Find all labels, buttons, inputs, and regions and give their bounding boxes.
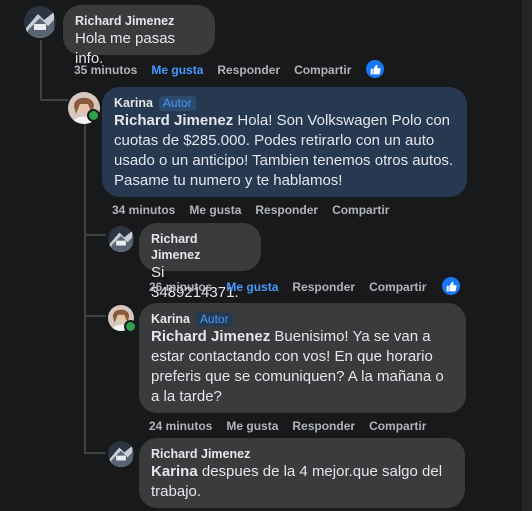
- comment-author[interactable]: Richard Jimenez: [151, 446, 453, 462]
- reply-button[interactable]: Responder: [292, 419, 355, 433]
- comment-bubble: Karina Autor Richard Jimenez Buenisimo! Y…: [139, 303, 466, 413]
- comment-actions: 26 minutos Me gusta Responder Compartir: [149, 280, 426, 294]
- like-button[interactable]: Me gusta: [189, 203, 241, 217]
- online-status-icon: [87, 109, 100, 122]
- comment-time[interactable]: 26 minutos: [149, 280, 212, 294]
- comment-text: Richard Jimenez Buenisimo! Ya se van a e…: [151, 327, 454, 407]
- comment-actions: 34 minutos Me gusta Responder Compartir: [112, 203, 389, 217]
- reply-button[interactable]: Responder: [255, 203, 318, 217]
- share-button[interactable]: Compartir: [369, 419, 426, 433]
- scrollbar[interactable]: [522, 0, 532, 511]
- thread-line: [84, 452, 106, 454]
- comment-time[interactable]: 24 minutos: [149, 419, 212, 433]
- comment-time[interactable]: 34 minutos: [112, 203, 175, 217]
- thread-line: [40, 99, 68, 101]
- mention-link[interactable]: Richard Jimenez: [151, 328, 270, 345]
- share-button[interactable]: Compartir: [369, 280, 426, 294]
- share-button[interactable]: Compartir: [294, 63, 351, 77]
- share-button[interactable]: Compartir: [332, 203, 389, 217]
- comment-author[interactable]: Richard Jimenez: [151, 231, 249, 263]
- comment-author[interactable]: Richard Jimenez: [75, 13, 203, 29]
- mention-link[interactable]: Karina: [151, 463, 198, 480]
- comment-time[interactable]: 35 minutos: [74, 63, 137, 77]
- avatar[interactable]: [108, 441, 134, 467]
- comment-author[interactable]: Karina: [151, 312, 190, 326]
- comment-actions: 24 minutos Me gusta Responder Compartir: [149, 419, 426, 433]
- like-icon[interactable]: [364, 58, 386, 80]
- author-badge: Autor: [158, 96, 196, 111]
- comment-actions: 35 minutos Me gusta Responder Compartir: [74, 63, 351, 77]
- mention-link[interactable]: Richard Jimenez: [114, 112, 233, 129]
- reply-button[interactable]: Responder: [217, 63, 280, 77]
- comment-text: Karina despues de la 4 mejor.que salgo d…: [151, 462, 453, 502]
- comment-bubble: Karina Autor Richard Jimenez Hola! Son Vo…: [102, 87, 467, 197]
- thread-line: [84, 234, 106, 236]
- like-button[interactable]: Me gusta: [151, 63, 203, 77]
- like-button[interactable]: Me gusta: [226, 280, 278, 294]
- thread-line: [84, 315, 106, 317]
- comment-bubble: Richard Jimenez Si 3489214371.: [139, 223, 261, 301]
- comment-bubble: Richard Jimenez Karina despues de la 4 m…: [139, 438, 465, 508]
- comment-bubble: Richard Jimenez Hola me pasas info.: [63, 5, 215, 67]
- comment-author[interactable]: Karina: [114, 96, 153, 110]
- comment-text: Richard Jimenez Hola! Son Volkswagen Pol…: [114, 111, 455, 191]
- like-icon[interactable]: [440, 275, 462, 297]
- online-status-icon: [124, 320, 137, 333]
- thread-line: [40, 40, 42, 100]
- reply-button[interactable]: Responder: [292, 280, 355, 294]
- like-button[interactable]: Me gusta: [226, 419, 278, 433]
- thread-line: [84, 118, 86, 453]
- author-badge: Autor: [195, 312, 233, 327]
- avatar[interactable]: [108, 226, 134, 252]
- avatar[interactable]: [24, 6, 56, 38]
